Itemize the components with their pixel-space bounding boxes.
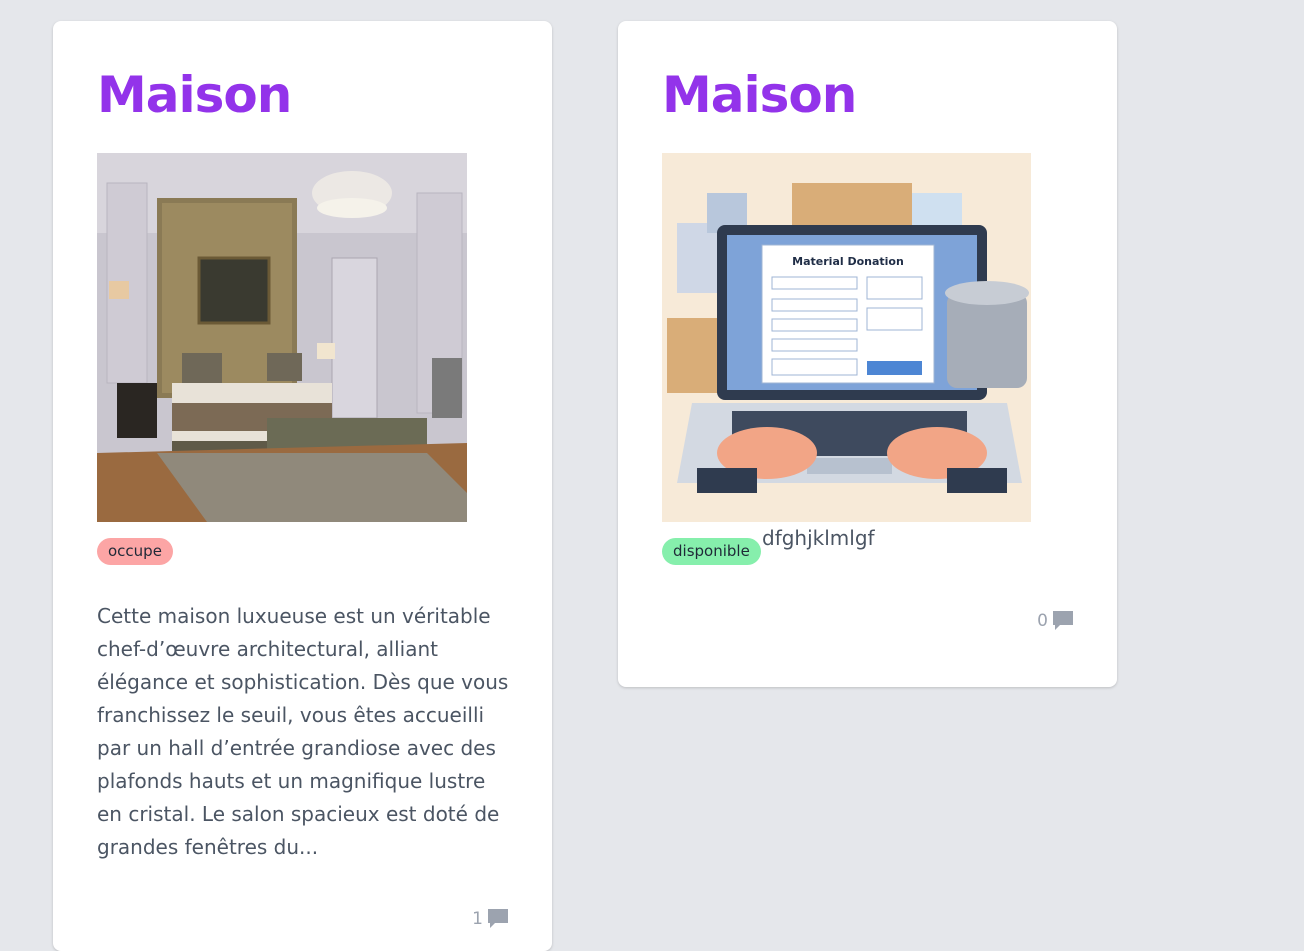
property-card-1[interactable]: Maison occupe Cette maison luxueuse est … bbox=[53, 21, 552, 951]
status-badge: disponible bbox=[662, 538, 761, 565]
card-description: Cette maison luxueuse est un véritable c… bbox=[97, 604, 509, 859]
card-inline-text: dfghjklmlgf bbox=[762, 526, 875, 550]
bedroom-image[interactable] bbox=[97, 153, 467, 522]
comment-count-value: 0 bbox=[1037, 611, 1048, 631]
comment-count[interactable]: 0 bbox=[1037, 609, 1075, 633]
material-donation-image[interactable]: Material Donation bbox=[662, 153, 1032, 522]
image-heading: Material Donation bbox=[792, 255, 904, 268]
card-title[interactable]: Maison bbox=[662, 67, 857, 123]
comment-icon bbox=[486, 907, 510, 931]
property-card-2[interactable]: Maison Material Donation disponible dfgh… bbox=[618, 21, 1117, 687]
status-badge: occupe bbox=[97, 538, 173, 565]
comment-icon bbox=[1051, 609, 1075, 633]
comment-count[interactable]: 1 bbox=[472, 907, 510, 931]
comment-count-value: 1 bbox=[472, 909, 483, 929]
card-title[interactable]: Maison bbox=[97, 67, 292, 123]
